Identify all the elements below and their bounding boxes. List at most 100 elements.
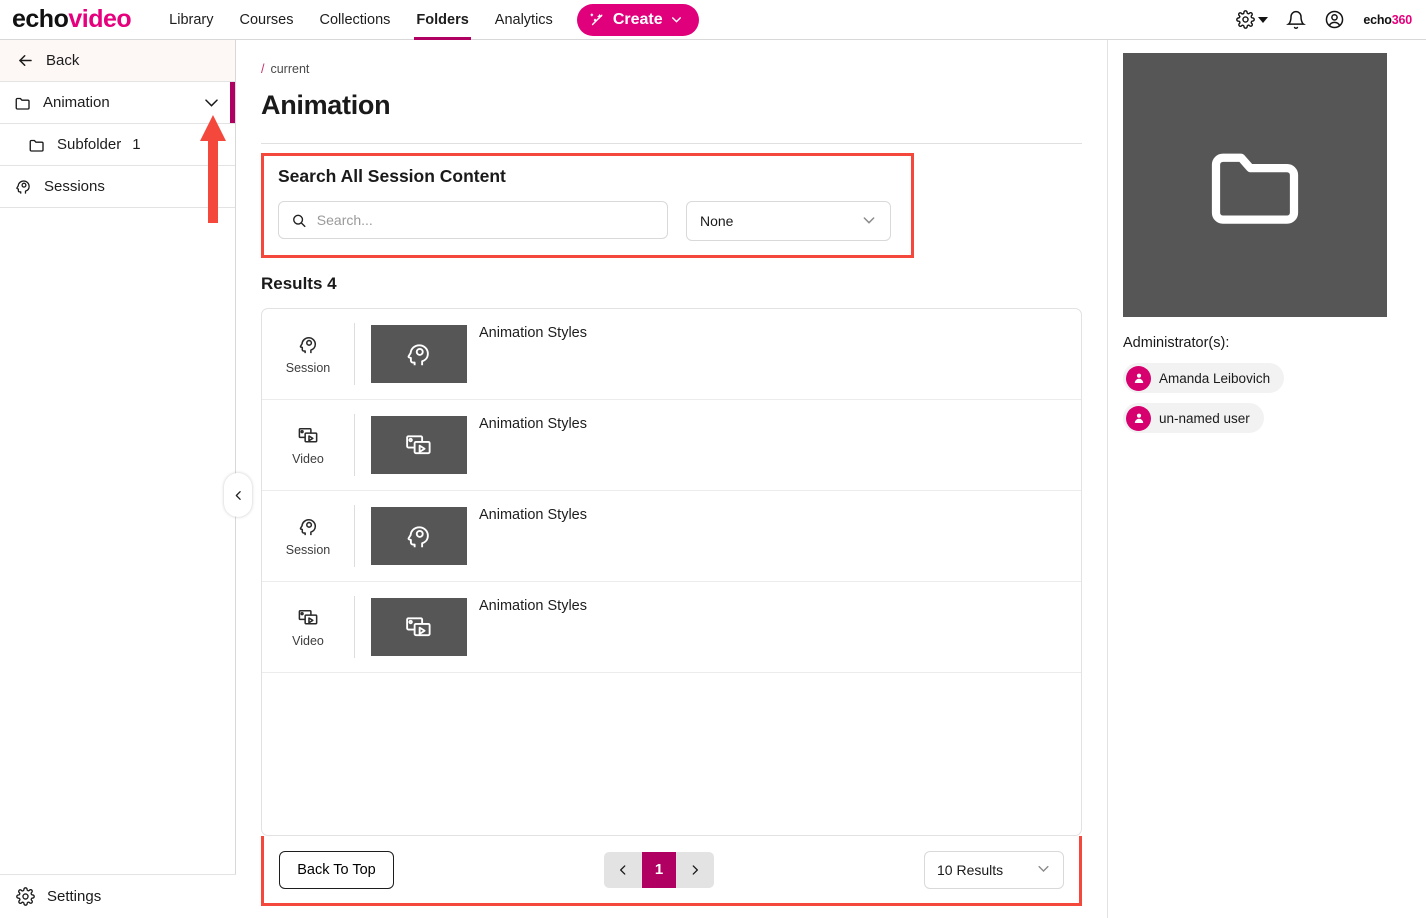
folder-details-panel: Administrator(s): Amanda Leibovich un-na…	[1107, 40, 1426, 918]
search-icon	[293, 214, 306, 227]
table-row[interactable]: Video Animation Styles	[262, 582, 1081, 673]
administrators-chips: Amanda Leibovich un-named user	[1123, 363, 1426, 433]
breadcrumb-separator: /	[261, 62, 265, 76]
row-divider	[354, 505, 355, 567]
chevron-down-icon	[1036, 861, 1051, 879]
nav-item-collections[interactable]: Collections	[319, 0, 390, 40]
table-row[interactable]: Video Animation Styles	[262, 400, 1081, 491]
arrow-left-icon	[19, 54, 32, 67]
administrator-chip[interactable]: Amanda Leibovich	[1123, 363, 1285, 393]
title-divider	[261, 143, 1082, 144]
result-title[interactable]: Animation Styles	[479, 416, 587, 432]
administrator-name: Amanda Leibovich	[1159, 370, 1271, 386]
administrator-chip[interactable]: un-named user	[1123, 403, 1264, 433]
chevron-down-icon	[861, 212, 877, 231]
corner-logo-360: 360	[1391, 12, 1412, 27]
nav-item-folders[interactable]: Folders	[414, 0, 472, 40]
account-icon[interactable]	[1324, 9, 1345, 30]
result-title[interactable]: Animation Styles	[479, 507, 587, 523]
result-type: Session	[262, 515, 354, 557]
result-type-label: Session	[285, 543, 331, 557]
sidebar-back-button[interactable]: Back	[0, 40, 235, 82]
previous-page-button[interactable]	[604, 851, 642, 888]
row-divider	[354, 596, 355, 658]
breadcrumb: / current	[261, 62, 1081, 76]
result-type: Video	[262, 424, 354, 466]
create-button-label: Create	[612, 10, 663, 28]
nav-item-library[interactable]: Library	[169, 0, 213, 40]
result-thumbnail[interactable]	[371, 507, 467, 565]
table-row[interactable]: Session Animation Styles	[262, 309, 1081, 400]
sidebar-back-label: Back	[46, 52, 80, 69]
sidebar-item-sessions-label: Sessions	[44, 178, 105, 195]
sidebar-item-subfolder-1[interactable]: Subfolder 1	[0, 124, 235, 166]
chevron-right-icon	[692, 864, 698, 875]
primary-nav: Library Courses Collections Folders Anal…	[169, 0, 553, 40]
result-title[interactable]: Animation Styles	[479, 598, 587, 614]
search-input[interactable]	[316, 212, 655, 228]
top-right-actions: echo360	[1236, 9, 1412, 30]
chevron-down-icon[interactable]	[202, 93, 221, 112]
top-navigation-bar: echovideo Library Courses Collections Fo…	[0, 0, 1426, 40]
results-per-page-select[interactable]: 10 Results	[924, 850, 1064, 889]
result-thumbnail[interactable]	[371, 416, 467, 474]
sidebar-item-animation-label: Animation	[43, 94, 110, 111]
sidebar-subfolder-count: 1	[132, 136, 141, 153]
person-icon	[1134, 413, 1143, 423]
main-content: / current Animation Search All Session C…	[237, 40, 1107, 918]
caret-down-icon	[1258, 16, 1269, 23]
breadcrumb-current[interactable]: current	[270, 62, 309, 76]
results-list: Session Animation Styles Video Animation…	[261, 308, 1082, 836]
result-type-label: Video	[292, 634, 324, 648]
page-number-1[interactable]: 1	[642, 851, 676, 888]
table-row[interactable]: Session Animation Styles	[262, 491, 1081, 582]
result-thumbnail[interactable]	[371, 598, 467, 656]
video-media-icon	[406, 435, 431, 455]
page-navigation: 1	[604, 851, 714, 888]
chevron-down-icon	[671, 17, 681, 23]
session-head-icon	[407, 344, 429, 366]
row-divider	[354, 323, 355, 385]
administrators-label: Administrator(s):	[1123, 335, 1230, 351]
sidebar-item-animation[interactable]: Animation	[0, 82, 235, 124]
bell-icon[interactable]	[1286, 10, 1307, 30]
sidebar-collapse-handle[interactable]	[224, 473, 252, 517]
page-title: Animation	[261, 90, 391, 120]
search-input-wrapper[interactable]	[278, 201, 668, 239]
search-filter-value: None	[700, 213, 734, 229]
gear-icon[interactable]	[1236, 10, 1269, 29]
chevron-left-icon	[235, 490, 241, 500]
folder-sidebar: Back Animation Subfolder 1 Sessions Sett…	[0, 40, 236, 918]
next-page-button[interactable]	[676, 851, 714, 888]
nav-item-courses[interactable]: Courses	[239, 0, 293, 40]
sidebar-settings-label: Settings	[47, 888, 102, 905]
logo-echo-text: echo	[12, 5, 69, 33]
result-type: Session	[262, 333, 354, 375]
create-button[interactable]: Create	[576, 3, 699, 36]
video-media-icon	[298, 610, 317, 625]
session-head-icon	[299, 337, 316, 354]
search-controls-row: None	[278, 201, 899, 241]
video-media-icon	[298, 428, 317, 443]
nav-item-analytics[interactable]: Analytics	[495, 0, 553, 40]
search-panel-heading: Search All Session Content	[278, 166, 506, 186]
search-filter-select[interactable]: None	[686, 201, 891, 241]
back-to-top-button[interactable]: Back To Top	[279, 850, 394, 889]
echo360-corner-logo: echo360	[1363, 13, 1412, 27]
result-type: Video	[262, 606, 354, 648]
result-thumbnail[interactable]	[371, 325, 467, 383]
folder-icon	[1211, 153, 1299, 224]
session-head-icon	[299, 519, 316, 536]
sidebar-item-subfolder-label: Subfolder	[57, 136, 122, 153]
sidebar-item-settings[interactable]: Settings	[0, 874, 236, 918]
pagination-bar: Back To Top 1 10 Results	[261, 836, 1082, 906]
video-media-icon	[406, 617, 431, 637]
results-per-page-value: 10 Results	[937, 861, 1004, 878]
echovideo-logo[interactable]: echovideo	[12, 5, 132, 33]
chevron-left-icon	[620, 864, 626, 875]
logo-video-text: video	[68, 5, 132, 33]
folder-icon	[15, 97, 30, 110]
sidebar-item-sessions[interactable]: Sessions	[0, 166, 235, 208]
result-title[interactable]: Animation Styles	[479, 325, 587, 341]
folder-icon	[29, 139, 44, 152]
